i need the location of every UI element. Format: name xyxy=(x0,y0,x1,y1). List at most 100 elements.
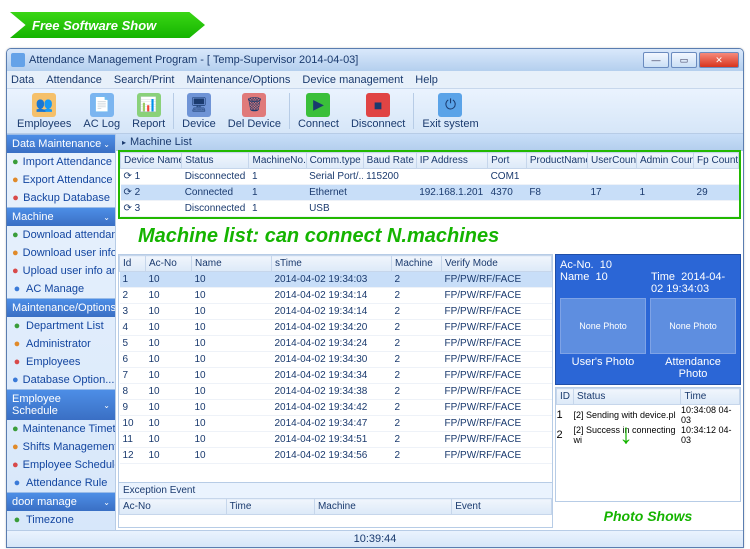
attendance-row[interactable]: 1010102014-04-02 19:34:472FP/PW/RF/FACE xyxy=(120,416,552,432)
col-header[interactable]: Ac-No xyxy=(146,256,192,272)
window-title: Attendance Management Program - [ Temp-S… xyxy=(29,54,643,66)
attendance-row[interactable]: 310102014-04-02 19:34:142FP/PW/RF/FACE xyxy=(120,304,552,320)
col-header[interactable]: MachineNo. xyxy=(249,153,306,169)
titlebar[interactable]: Attendance Management Program - [ Temp-S… xyxy=(7,49,743,71)
tb-exit[interactable]: ⏻Exit system xyxy=(416,91,484,132)
attendance-row[interactable]: 810102014-04-02 19:34:382FP/PW/RF/FACE xyxy=(120,384,552,400)
col-header[interactable]: ID xyxy=(557,389,574,405)
sidebar-item[interactable]: ●Administrator xyxy=(7,335,115,353)
col-header[interactable]: Port xyxy=(488,153,527,169)
exception-row[interactable] xyxy=(120,515,552,528)
col-header[interactable]: Ac-No xyxy=(120,499,227,515)
col-header[interactable]: Time xyxy=(226,499,314,515)
tb-employees[interactable]: 👥Employees xyxy=(11,91,77,132)
sidebar-section-header[interactable]: Machine⌄ xyxy=(7,207,115,226)
tb-disconnect[interactable]: ■Disconnect xyxy=(345,91,411,132)
machine-list-header[interactable]: ▸Machine List xyxy=(116,134,743,151)
collapse-icon: ▸ xyxy=(122,138,126,147)
tb-report[interactable]: 📊Report xyxy=(126,91,171,132)
col-header[interactable]: Fp Count xyxy=(694,153,739,169)
device-icon: 🖥 xyxy=(187,93,211,117)
tb-deldevice[interactable]: 🗑Del Device xyxy=(222,91,287,132)
col-header[interactable]: Baud Rate xyxy=(363,153,416,169)
chevron-icon: ⌄ xyxy=(103,213,110,222)
bullet-icon: ● xyxy=(12,460,19,470)
attendance-row[interactable]: 210102014-04-02 19:34:142FP/PW/RF/FACE xyxy=(120,288,552,304)
status-row[interactable]: 2[2] Success in connecting wi10:34:12 04… xyxy=(557,425,740,445)
tb-connect[interactable]: ▶Connect xyxy=(292,91,345,132)
sidebar-item[interactable]: ●Employee Schedule xyxy=(7,456,115,474)
col-header[interactable]: Machine xyxy=(392,256,442,272)
sidebar-item[interactable]: ●Database Option... xyxy=(7,371,115,389)
col-header[interactable]: sTime xyxy=(272,256,392,272)
menu-maintenance[interactable]: Maintenance/Options xyxy=(186,74,290,86)
attendance-panel: IdAc-NoNamesTimeMachineVerify Mode110102… xyxy=(118,254,553,528)
col-header[interactable]: Verify Mode xyxy=(442,256,552,272)
col-header[interactable]: Event xyxy=(452,499,552,515)
bullet-icon: ● xyxy=(12,515,22,525)
sidebar-item[interactable]: ●Download attendance logs xyxy=(7,226,115,244)
bullet-icon: ● xyxy=(12,248,19,258)
bullet-icon: ● xyxy=(12,266,19,276)
sidebar-item[interactable]: ●Import Attendance Checking ... xyxy=(7,153,115,171)
col-header[interactable]: Device Name xyxy=(121,153,182,169)
sidebar-item[interactable]: ●Department List xyxy=(7,317,115,335)
exception-table[interactable]: Ac-NoTimeMachineEvent xyxy=(119,498,552,527)
sidebar-item[interactable]: ●Shifts Management xyxy=(7,438,115,456)
attendance-row[interactable]: 1210102014-04-02 19:34:562FP/PW/RF/FACE xyxy=(120,448,552,464)
close-button[interactable]: ✕ xyxy=(699,52,739,68)
sidebar-item[interactable]: ●Group xyxy=(7,529,115,530)
sidebar-item[interactable]: ●AC Manage xyxy=(7,280,115,298)
machine-row[interactable]: ⟳ 3Disconnected1USB xyxy=(121,201,739,217)
sidebar-section-header[interactable]: door manage⌄ xyxy=(7,492,115,511)
attendance-row[interactable]: 710102014-04-02 19:34:342FP/PW/RF/FACE xyxy=(120,368,552,384)
col-header[interactable]: Time xyxy=(681,389,740,405)
sidebar-section-header[interactable]: Maintenance/Options⌄ xyxy=(7,298,115,317)
bullet-icon: ● xyxy=(12,230,19,240)
machine-row[interactable]: ⟳ 1Disconnected1Serial Port/...115200COM… xyxy=(121,169,739,185)
sidebar-item[interactable]: ●Export Attendance Checking ... xyxy=(7,171,115,189)
menu-attendance[interactable]: Attendance xyxy=(46,74,102,86)
maximize-button[interactable]: ▭ xyxy=(671,52,697,68)
col-header[interactable]: ProductName xyxy=(526,153,587,169)
sidebar: Data Maintenance⌄●Import Attendance Chec… xyxy=(7,134,116,530)
menu-device[interactable]: Device management xyxy=(302,74,403,86)
attendance-row[interactable]: 110102014-04-02 19:34:032FP/PW/RF/FACE xyxy=(120,272,552,288)
sidebar-item[interactable]: ●Maintenance Timetables xyxy=(7,420,115,438)
tb-aclog[interactable]: 📄AC Log xyxy=(77,91,126,132)
attendance-row[interactable]: 910102014-04-02 19:34:422FP/PW/RF/FACE xyxy=(120,400,552,416)
sidebar-item[interactable]: ●Download user info and Fp xyxy=(7,244,115,262)
status-grid[interactable]: IDStatusTime1[2] Sending with device.pl1… xyxy=(555,387,741,502)
col-header[interactable]: Admin Count xyxy=(636,153,693,169)
col-header[interactable]: IP Address xyxy=(416,153,487,169)
machine-list-table[interactable]: Device NameStatusMachineNo.Comm.typeBaud… xyxy=(120,152,739,217)
bullet-icon: ● xyxy=(12,357,22,367)
attendance-table[interactable]: IdAc-NoNamesTimeMachineVerify Mode110102… xyxy=(119,255,552,464)
col-header[interactable]: Name xyxy=(192,256,272,272)
sidebar-item[interactable]: ●Upload user info and FP xyxy=(7,262,115,280)
col-header[interactable]: Status xyxy=(182,153,249,169)
col-header[interactable]: Status xyxy=(574,389,681,405)
sidebar-item[interactable]: ●Backup Database xyxy=(7,189,115,207)
attendance-row[interactable]: 1110102014-04-02 19:34:512FP/PW/RF/FACE xyxy=(120,432,552,448)
sidebar-section-header[interactable]: Employee Schedule⌄ xyxy=(7,389,115,420)
col-header[interactable]: UserCount xyxy=(588,153,637,169)
col-header[interactable]: Machine xyxy=(314,499,451,515)
col-header[interactable]: Id xyxy=(120,256,146,272)
menu-help[interactable]: Help xyxy=(415,74,438,86)
sidebar-item[interactable]: ●Timezone xyxy=(7,511,115,529)
minimize-button[interactable]: — xyxy=(643,52,669,68)
menu-search[interactable]: Search/Print xyxy=(114,74,175,86)
attendance-row[interactable]: 610102014-04-02 19:34:302FP/PW/RF/FACE xyxy=(120,352,552,368)
attendance-row[interactable]: 410102014-04-02 19:34:202FP/PW/RF/FACE xyxy=(120,320,552,336)
menu-data[interactable]: Data xyxy=(11,74,34,86)
attendance-row[interactable]: 510102014-04-02 19:34:242FP/PW/RF/FACE xyxy=(120,336,552,352)
col-header[interactable]: Comm.type xyxy=(306,153,363,169)
sidebar-section-header[interactable]: Data Maintenance⌄ xyxy=(7,134,115,153)
chevron-icon: ⌄ xyxy=(103,498,110,507)
tb-device[interactable]: 🖥Device xyxy=(176,91,222,132)
machine-row[interactable]: ⟳ 2Connected1Ethernet192.168.1.2014370F8… xyxy=(121,185,739,201)
sidebar-item[interactable]: ●Attendance Rule xyxy=(7,474,115,492)
sidebar-item[interactable]: ●Employees xyxy=(7,353,115,371)
status-row[interactable]: 1[2] Sending with device.pl10:34:08 04-0… xyxy=(557,405,740,426)
